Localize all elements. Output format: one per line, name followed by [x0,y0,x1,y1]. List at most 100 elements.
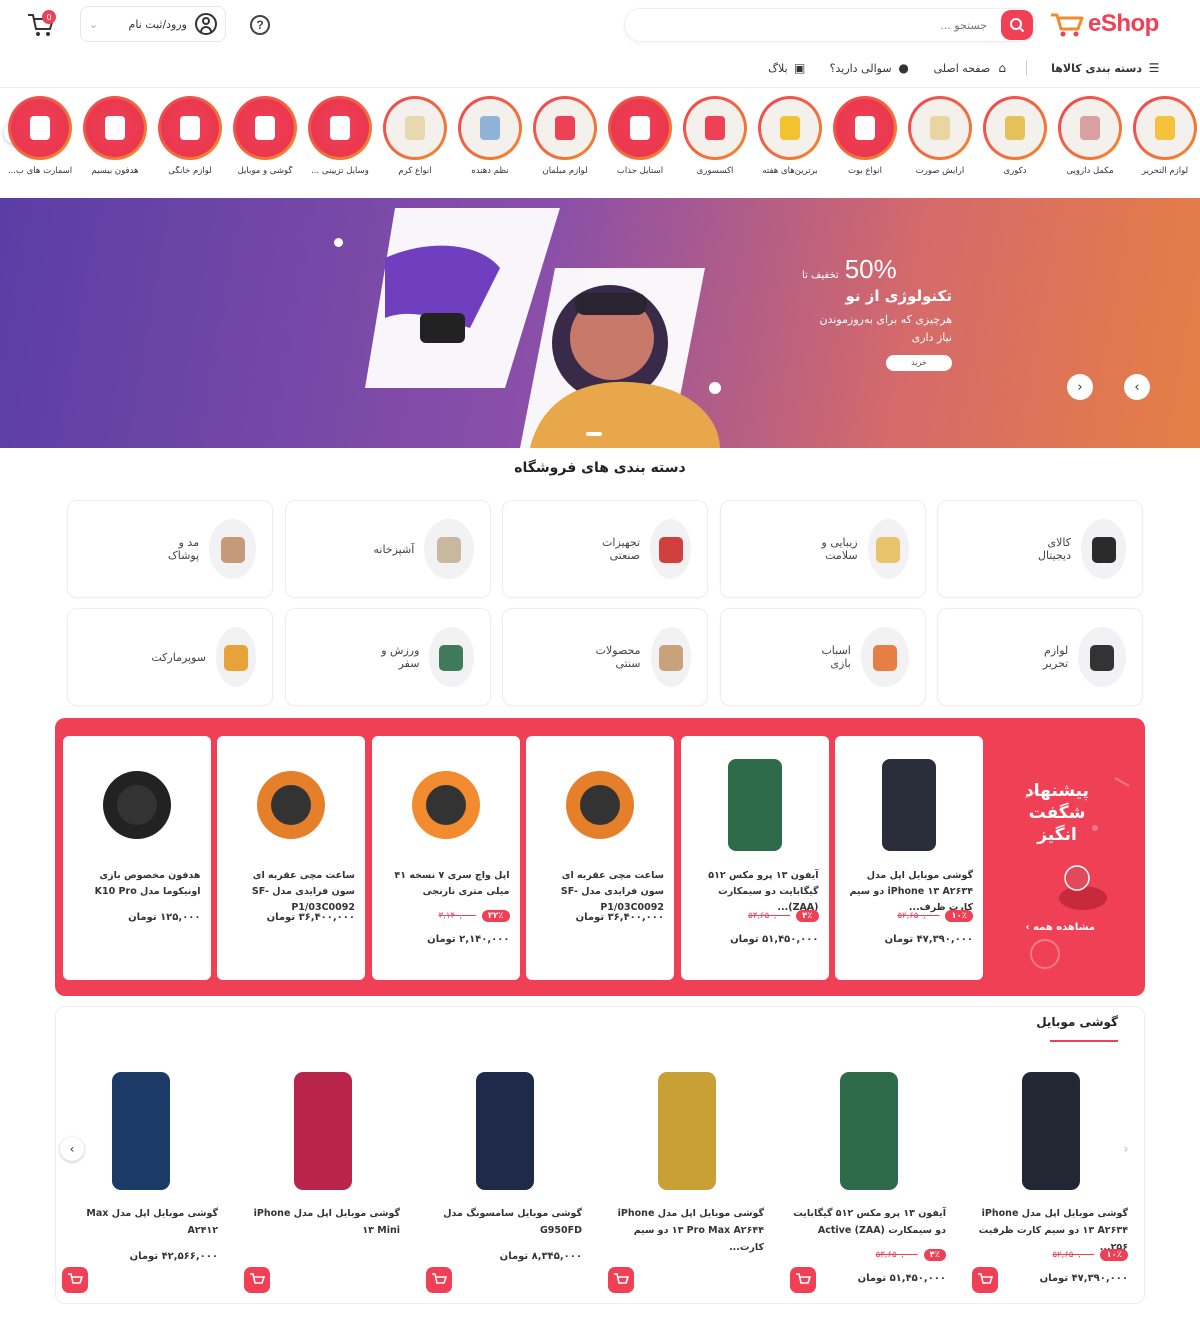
cart-icon [68,1273,83,1284]
nav-home[interactable]: ⌂ صفحه اصلی [934,61,1009,75]
amazing-view-all[interactable]: مشاهده همه › [1025,922,1095,933]
phone-card[interactable]: گوشی موبایل اپل مدل Max A۲۴۱۲ ۴۲,۵۶۶,۰۰۰ … [56,1063,226,1295]
furniture-glyph [555,116,575,140]
cream-icon [386,99,444,157]
story-label: انواع بوت [847,166,882,176]
story-item[interactable]: برترین‌های هفته [756,96,824,176]
category-label: آشپزخانه [373,542,415,556]
category-card[interactable]: مد و پوشاک [67,500,273,598]
lamp-glyph [330,116,350,140]
category-card[interactable]: کالای دیجیتال [937,500,1143,598]
category-card[interactable]: ورزش و سفر [284,608,491,706]
story-item[interactable]: هدفون بیسیم [81,96,149,176]
digital-glyph [1091,537,1116,563]
supermarket-icon [216,627,256,687]
phone-card[interactable]: گوشی موبایل اپل مدل iPhone ۱۳ A۲۶۳۴ دو س… [966,1063,1136,1295]
nav-blog[interactable]: ▣ بلاگ [768,61,805,75]
story-label: استایل جذاب [616,166,664,176]
story-ring [908,96,972,160]
offer-card[interactable]: گوشی موبایل اپل مدل iPhone ۱۳ A۲۶۳۴ دو س… [835,736,983,980]
add-to-cart-button[interactable] [608,1267,634,1293]
hero-next-arrow[interactable]: › [1124,374,1150,400]
add-to-cart-button[interactable] [244,1267,270,1293]
search-input[interactable] [647,9,987,41]
story-item[interactable]: اسمارت های ب... [6,96,74,176]
product-price: ۴۷,۳۹۰,۰۰۰ تومان [884,934,973,945]
old-price: ۵۳,۶۵۰,۰۰۰ [875,1250,918,1260]
phone-card[interactable]: گوشی موبایل سامسونگ مدل G950FD ۸,۳۴۵,۰۰۰ … [420,1063,590,1295]
phone-glyph [476,1072,534,1190]
story-item[interactable]: استایل جذاب [606,96,674,176]
story-item[interactable]: انواع بوت [831,96,899,176]
old-price: ۵۲,۶۵۰,۰۰۰ [897,911,940,921]
appliance-glyph [180,116,200,140]
cart-icon [250,1273,265,1284]
category-label: مد و پوشاک [167,536,200,562]
category-card[interactable]: محصولات سنتی [502,608,708,706]
logo[interactable]: eShop [1048,8,1168,40]
applewatch-image [396,750,496,860]
story-label: هدفون بیسیم [91,166,139,176]
category-card[interactable]: اسباب بازی [719,608,926,706]
story-item[interactable]: لوازم خانگی [156,96,224,176]
discount-row: ۱۰٪ ۵۲,۶۵۰,۰۰۰ [1052,1249,1128,1261]
phone-card[interactable]: گوشی موبایل اپل مدل iPhone ۱۳ Pro Max A۲… [602,1063,772,1295]
offer-card[interactable]: ساعت مچی عقربه ای سون فرایدی مدل SF-P1/0… [217,736,365,980]
mobile-title: گوشی موبایل [1036,1015,1118,1029]
old-price: ۵۲,۶۵۰,۰۰۰ [1052,1250,1095,1260]
category-card[interactable]: زیبایی و سلامت [719,500,926,598]
story-item[interactable]: انواع کرم [381,96,449,176]
story-item[interactable]: لوازم التحریر [1131,96,1199,176]
hero-banner[interactable]: 50% تخفیف تا تکنولوژی از نو هرچیزی که بر… [0,198,1200,448]
toy-icon [860,627,909,687]
search-button[interactable] [1001,10,1033,40]
tools-glyph [658,537,683,563]
story-item[interactable]: دکوری [981,96,1049,176]
offer-card[interactable]: اپل واچ سری ۷ نسخه ۴۱ میلی متری نارنجی ۳۲… [371,736,520,980]
organizer-icon [461,99,519,157]
hero-prev-arrow[interactable]: ‹ [1067,374,1093,400]
decor-icon [986,99,1044,157]
login-button[interactable]: ورود/ثبت نام ⌄ [80,6,226,42]
hero-buy-button[interactable]: خرید [886,355,952,371]
story-item[interactable]: مکمل دارویی [1056,96,1124,176]
nav-question[interactable]: ● سوالی دارید؟ [830,61,910,75]
phone-card[interactable]: آیفون ۱۳ پرو مکس ۵۱۲ گیگابایت دو سیمکارت… [784,1063,954,1295]
category-card[interactable]: لوازم تحریر [937,608,1143,706]
add-to-cart-button[interactable] [972,1267,998,1293]
story-item[interactable]: نظم دهنده [456,96,524,176]
nav-categories[interactable]: ☰ دسته بندی کالاها [1051,61,1160,75]
add-to-cart-button[interactable] [426,1267,452,1293]
help-icon[interactable]: ? [250,15,270,35]
story-item[interactable]: آرایش صورت [906,96,974,176]
add-to-cart-button[interactable] [790,1267,816,1293]
lamp-icon [311,99,369,157]
phone-glyph [658,1072,716,1190]
product-price: ۵۱,۴۵۰,۰۰۰ تومان [857,1273,946,1284]
category-card[interactable]: سوپرمارکت [67,608,273,706]
category-card[interactable]: تجهیزات صنعتی [502,500,708,598]
phone-card[interactable]: گوشی موبایل اپل مدل iPhone ۱۳ Mini [238,1063,408,1295]
cart-icon [614,1273,629,1284]
user-icon [195,13,217,35]
category-card[interactable]: آشپزخانه [284,500,491,598]
stationery-glyph [1090,645,1115,671]
cart-button[interactable]: 0 [22,10,56,40]
award-icon [761,99,819,157]
story-item[interactable]: اکسسوری [681,96,749,176]
offer-card[interactable]: ساعت مچی عقربه ای سون فرایدی مدل SF-P1/0… [526,736,674,980]
story-item[interactable]: گوشی و موبایل [231,96,299,176]
product-image [257,771,325,839]
hero-title: تکنولوژی از نو [845,287,952,305]
amazing-title: پیشنهاد شگفت انگیز [1025,781,1089,845]
offer-card[interactable]: آیفون ۱۳ پرو مکس ۵۱۲ گیگابایت دو سیمکارت… [680,736,829,980]
mobile-title-underline [1050,1040,1118,1042]
story-label: لوازم خانگی [168,166,212,176]
story-item[interactable]: لوازم مبلمان [531,96,599,176]
offer-card[interactable]: هدفون مخصوص بازی اونیکوما مدل K10 Pro ۱۲۵… [62,736,211,980]
story-item[interactable]: وسایل تزیینی ... [306,96,374,176]
add-to-cart-button[interactable] [62,1267,88,1293]
story-ring [758,96,822,160]
stationery-icon [1136,99,1194,157]
phone-image [91,1063,191,1199]
